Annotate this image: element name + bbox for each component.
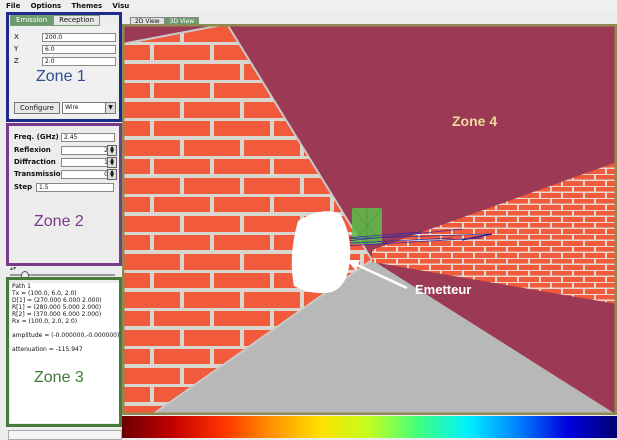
- zone2-title: Zone 2: [34, 213, 84, 230]
- 3d-viewport[interactable]: Zone 4 Emetteur: [122, 24, 617, 415]
- menu-themes[interactable]: Themes: [71, 0, 102, 12]
- zone3-frame: [6, 277, 122, 427]
- color-scale-bar: [122, 416, 617, 438]
- menu-options[interactable]: Options: [31, 0, 62, 12]
- status-field: [8, 430, 122, 440]
- freq-label: Freq. (GHz): [14, 133, 59, 141]
- zone2-frame: [6, 123, 122, 266]
- step-input[interactable]: 1.5: [36, 183, 114, 192]
- diffraction-label: Diffraction: [14, 158, 56, 166]
- diffraction-input[interactable]: 1: [61, 158, 109, 167]
- transmission-stepper[interactable]: ▲ ▼: [107, 169, 117, 180]
- emitter-shape: [291, 211, 351, 294]
- zone3-title: Zone 3: [34, 369, 84, 386]
- menu-visu[interactable]: Visu: [112, 0, 129, 12]
- zone4-label: Zone 4: [452, 113, 497, 129]
- menu-bar: File Options Themes Visu: [0, 0, 617, 12]
- emitter-label: Emetteur: [415, 282, 471, 297]
- reflexion-input[interactable]: 2: [61, 146, 109, 155]
- diffraction-stepper[interactable]: ▲ ▼: [107, 157, 117, 168]
- freq-input[interactable]: 2.45: [61, 133, 115, 142]
- step-label: Step: [14, 183, 33, 191]
- zone1-frame: [6, 12, 122, 122]
- transmission-label: Transmission: [14, 170, 66, 178]
- reflexion-label: Reflexion: [14, 146, 51, 154]
- menu-file[interactable]: File: [6, 0, 20, 12]
- collapse-arrows-icon[interactable]: ▴▾: [10, 266, 16, 272]
- reflexion-stepper[interactable]: ▲ ▼: [107, 145, 117, 156]
- transmission-input[interactable]: 0: [61, 170, 109, 179]
- view-tabs: 2D View 3D View: [130, 17, 200, 26]
